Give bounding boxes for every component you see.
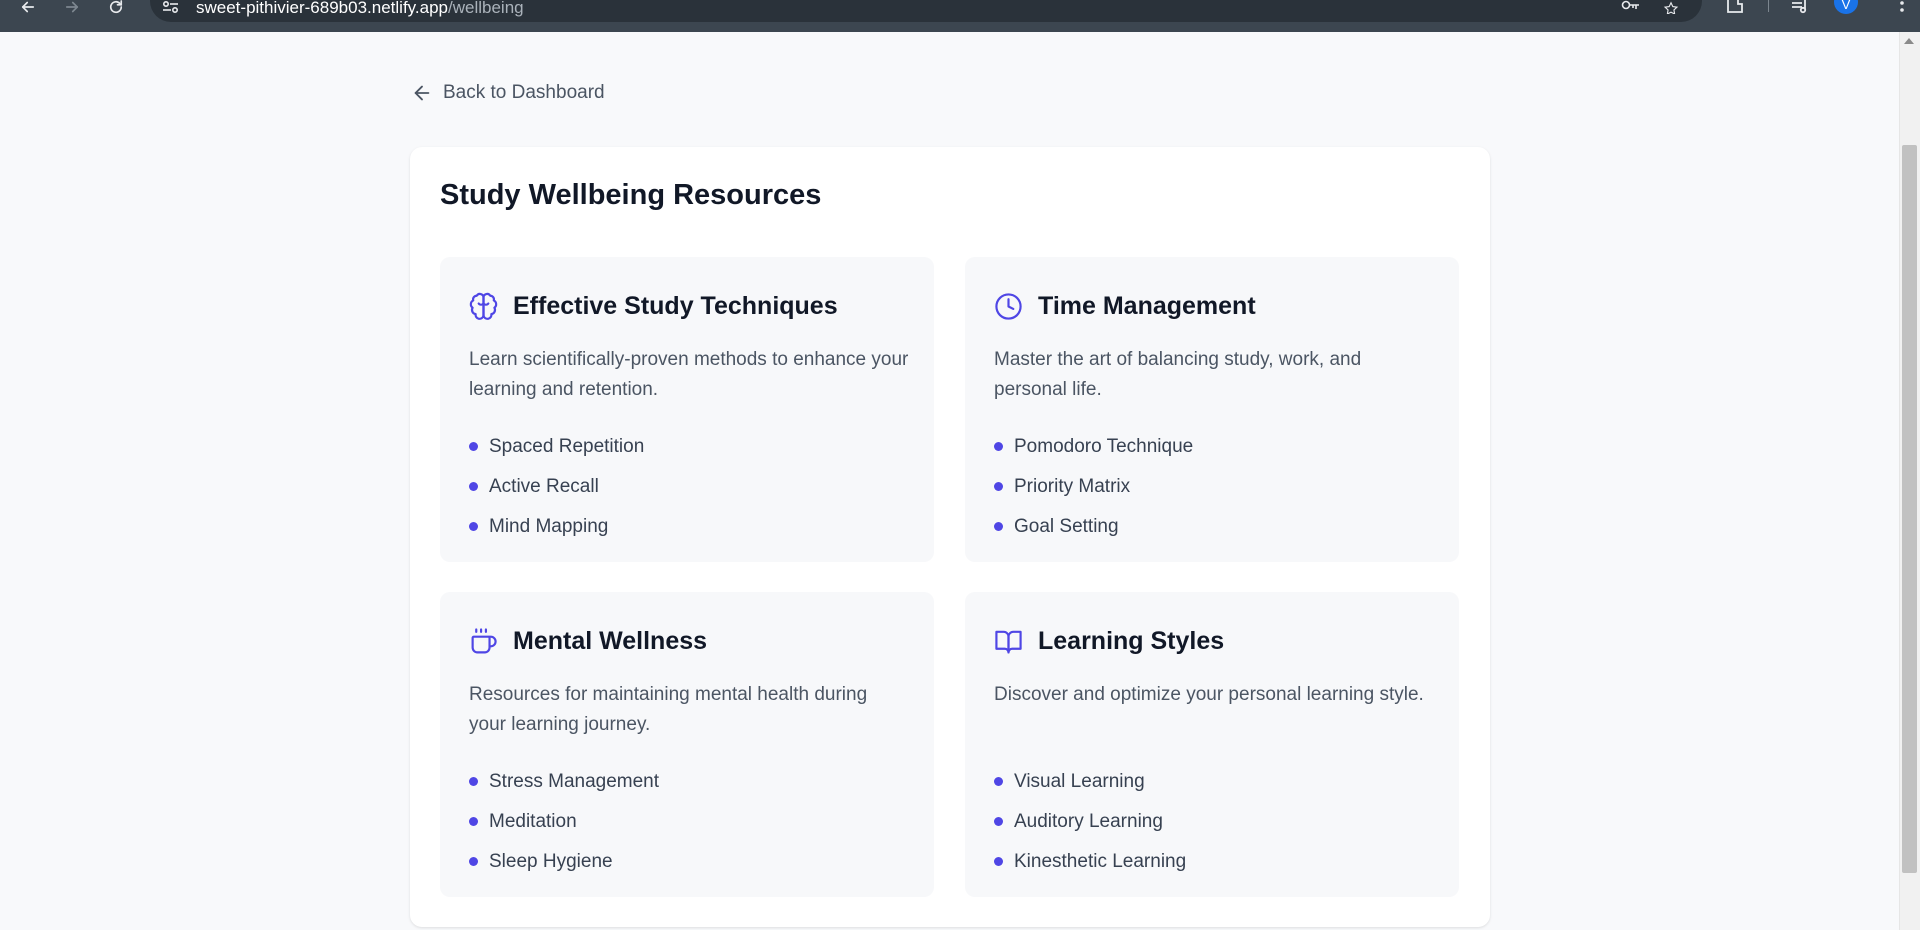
back-arrow-icon[interactable] [16, 0, 40, 14]
card-topic-list: Stress Management Meditation Sleep Hygie… [469, 762, 659, 882]
bullet-dot [469, 816, 478, 826]
list-item: Active Recall [469, 467, 644, 507]
bullet-dot [469, 441, 478, 451]
resource-card-time-management: Time Management Master the art of balanc… [965, 257, 1459, 562]
bullet-dot [994, 856, 1003, 866]
bullet-dot [469, 521, 478, 531]
card-topic-list: Pomodoro Technique Priority Matrix Goal … [994, 427, 1193, 547]
clock-icon [995, 292, 1022, 320]
card-title: Mental Wellness [513, 626, 708, 655]
wellbeing-panel: Study Wellbeing Resources Effective Stud… [410, 147, 1490, 927]
bullet-dot [994, 776, 1003, 786]
list-item: Visual Learning [994, 762, 1186, 802]
resource-card-mental-wellness: Mental Wellness Resources for maintainin… [440, 592, 934, 897]
extensions-icon[interactable] [1724, 0, 1746, 14]
page-title: Study Wellbeing Resources [440, 179, 822, 211]
card-topic-list: Spaced Repetition Active Recall Mind Map… [469, 427, 644, 547]
resource-card-learning-styles: Learning Styles Discover and optimize yo… [965, 592, 1459, 897]
browser-toolbar: sweet-pithivier-689b03.netlify.app/wellb… [0, 0, 1920, 32]
profile-avatar[interactable]: V [1834, 0, 1858, 14]
card-description: Master the art of balancing study, work,… [994, 349, 1362, 400]
card-description: Resources for maintaining mental health … [469, 684, 868, 735]
bullet-dot [994, 481, 1003, 491]
resource-card-study-techniques: Effective Study Techniques Learn scienti… [440, 257, 934, 562]
scrollbar-thumb[interactable] [1902, 145, 1917, 873]
card-title: Effective Study Techniques [513, 291, 838, 320]
address-bar[interactable]: sweet-pithivier-689b03.netlify.app/wellb… [150, 0, 1702, 22]
brain-icon [469, 292, 498, 320]
list-item: Pomodoro Technique [994, 427, 1193, 467]
list-item: Stress Management [469, 762, 659, 802]
list-item: Kinesthetic Learning [994, 842, 1186, 882]
forward-arrow-icon[interactable] [60, 0, 84, 14]
toolbar-separator [1768, 0, 1769, 12]
card-title: Time Management [1038, 291, 1256, 320]
media-control-icon[interactable] [1789, 0, 1811, 14]
password-key-icon[interactable] [1620, 0, 1642, 14]
book-open-icon [995, 630, 1022, 653]
bullet-dot [469, 481, 478, 491]
list-item: Sleep Hygiene [469, 842, 659, 882]
bullet-dot [994, 521, 1003, 531]
back-to-dashboard-link[interactable]: Back to Dashboard [411, 80, 605, 106]
back-link-label: Back to Dashboard [443, 82, 605, 103]
bullet-dot [994, 441, 1003, 451]
url-text: sweet-pithivier-689b03.netlify.app/wellb… [196, 0, 524, 17]
list-item: Goal Setting [994, 507, 1193, 547]
site-info-icon[interactable] [162, 0, 180, 14]
list-item: Mind Mapping [469, 507, 644, 547]
card-topic-list: Visual Learning Auditory Learning Kinest… [994, 762, 1186, 882]
bookmark-star-icon[interactable] [1660, 0, 1682, 14]
bullet-dot [994, 816, 1003, 826]
coffee-icon [471, 627, 497, 653]
list-item: Meditation [469, 802, 659, 842]
list-item: Spaced Repetition [469, 427, 644, 467]
bullet-dot [469, 856, 478, 866]
list-item: Auditory Learning [994, 802, 1186, 842]
card-description: Learn scientifically-proven methods to e… [469, 349, 909, 400]
bullet-dot [469, 776, 478, 786]
card-title: Learning Styles [1038, 626, 1225, 655]
arrow-left-icon [414, 85, 430, 101]
reload-icon[interactable] [104, 0, 128, 14]
card-description: Discover and optimize your personal lear… [994, 684, 1424, 705]
list-item: Priority Matrix [994, 467, 1193, 507]
menu-kebab-icon[interactable] [1891, 0, 1913, 14]
scroll-up-arrow-icon[interactable] [1904, 38, 1914, 44]
